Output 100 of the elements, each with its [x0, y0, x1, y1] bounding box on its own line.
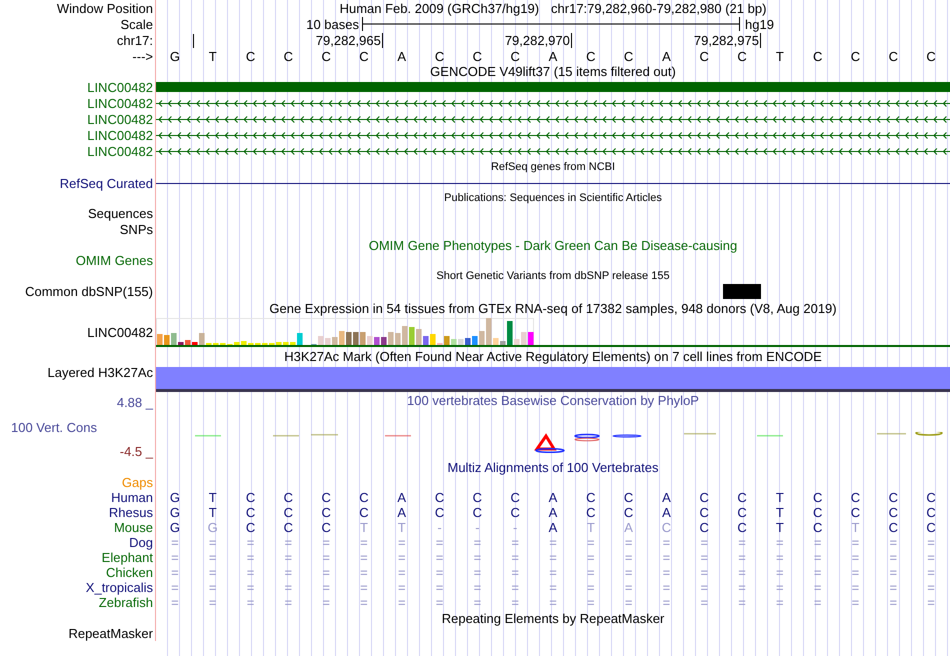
- alignment-base: A: [662, 490, 671, 505]
- alignment-base: =: [587, 535, 595, 550]
- alignment-base: C: [812, 520, 822, 535]
- alignment-base: =: [171, 550, 179, 565]
- alignment-base: A: [397, 490, 406, 505]
- track-label: RepeatMasker: [68, 626, 153, 641]
- alignment-base: =: [814, 580, 822, 595]
- sequence-base: C: [737, 48, 747, 64]
- track-label: LINC00482: [87, 80, 153, 94]
- track-label: LINC00482: [87, 144, 153, 158]
- alignment-base: C: [246, 520, 256, 535]
- alignment-base: =: [587, 565, 595, 580]
- alignment-base: =: [398, 565, 406, 580]
- sequence-base: A: [662, 48, 671, 64]
- alignment-base: C: [586, 490, 596, 505]
- alignment-base: C: [737, 520, 747, 535]
- alignment-base: C: [510, 505, 520, 520]
- alignment-base: =: [474, 565, 482, 580]
- alignment-base: =: [662, 550, 670, 565]
- species-label: Zebrafish: [98, 595, 153, 610]
- alignment-base: =: [284, 535, 292, 550]
- alignment-base: C: [359, 505, 369, 520]
- alignment-base: A: [548, 505, 558, 520]
- sequence-base: C: [926, 48, 936, 64]
- alignment-base: C: [472, 505, 482, 520]
- alignment-base: =: [662, 580, 670, 595]
- track-label: Gaps: [122, 475, 153, 490]
- alignment-base: =: [246, 535, 254, 550]
- alignment-base: =: [889, 595, 898, 610]
- alignment-base: C: [586, 505, 596, 520]
- alignment-base: C: [926, 520, 936, 535]
- alignment-base: =: [208, 565, 216, 580]
- alignment-base: =: [662, 595, 670, 610]
- alignment-base: =: [398, 580, 406, 595]
- alignment-base: =: [474, 550, 482, 565]
- alignment-base: A: [624, 520, 633, 535]
- alignment-base: =: [511, 550, 519, 565]
- track-label: chr17:: [116, 32, 153, 48]
- alignment-base: =: [246, 595, 254, 610]
- alignment-base: T: [360, 520, 368, 535]
- alignment-base: C: [700, 490, 709, 505]
- alignment-base: =: [246, 580, 254, 595]
- alignment-base: T: [851, 520, 860, 535]
- alignment-base: =: [398, 535, 406, 550]
- track-title: OMIM Gene Phenotypes - Dark Green Can Be Disease-causing: [368, 238, 738, 252]
- alignment-base: C: [321, 490, 331, 505]
- alignment-base: C: [926, 505, 936, 520]
- track-title: Publications: Sequences in Scientific Articles: [444, 191, 662, 206]
- alignment-base: A: [548, 490, 558, 505]
- alignment-base: =: [322, 580, 330, 595]
- alignment-base: =: [852, 535, 860, 550]
- alignment-base: =: [889, 580, 898, 595]
- sequence-base: C: [812, 48, 822, 64]
- alignment-base: C: [850, 490, 860, 505]
- alignment-base: =: [927, 535, 935, 550]
- sequence-base: C: [321, 48, 331, 64]
- alignment-base: =: [587, 580, 595, 595]
- alignment-base: =: [662, 535, 670, 550]
- alignment-base: =: [776, 535, 784, 550]
- alignment-base: C: [434, 505, 444, 520]
- alignment-base: C: [434, 490, 444, 505]
- alignment-base: =: [700, 535, 708, 550]
- alignment-base: C: [737, 490, 747, 505]
- alignment-base: A: [548, 520, 558, 535]
- alignment-base: =: [436, 565, 444, 580]
- alignment-base: C: [700, 505, 709, 520]
- alignment-base: =: [700, 550, 708, 565]
- track-label: OMIM Genes: [76, 253, 153, 268]
- sequence-base: T: [208, 48, 217, 64]
- alignment-base: =: [549, 550, 557, 565]
- alignment-base: -: [437, 520, 442, 535]
- alignment-base: A: [662, 505, 671, 520]
- alignment-base: =: [889, 565, 898, 580]
- sequence-base: T: [776, 48, 784, 64]
- alignment-base: C: [662, 520, 672, 535]
- sequence-base: C: [246, 48, 256, 64]
- alignment-base: =: [436, 595, 444, 610]
- alignment-base: =: [322, 565, 330, 580]
- track-title: Repeating Elements by RepeatMasker: [442, 610, 664, 626]
- alignment-base: =: [284, 595, 292, 610]
- track-title: 100 vertebrates Basewise Conservation by PhyloP: [407, 393, 699, 408]
- alignment-base: =: [284, 565, 292, 580]
- track-label: Scale: [120, 16, 153, 32]
- alignment-base: =: [700, 595, 708, 610]
- alignment-base: C: [812, 490, 822, 505]
- alignment-base: =: [322, 535, 330, 550]
- alignment-base: =: [738, 550, 746, 565]
- track-title: Multiz Alignments of 100 Vertebrates: [447, 460, 658, 475]
- alignment-base: =: [208, 580, 216, 595]
- alignment-base: G: [170, 505, 180, 520]
- alignment-base: C: [359, 490, 369, 505]
- species-label: Chicken: [106, 565, 153, 580]
- track-label: RefSeq Curated: [60, 176, 153, 190]
- alignment-base: T: [208, 505, 217, 520]
- alignment-base: =: [738, 565, 746, 580]
- alignment-base: =: [171, 595, 179, 610]
- alignment-base: =: [171, 535, 179, 550]
- alignment-base: C: [246, 490, 256, 505]
- species-label: Dog: [129, 535, 153, 550]
- alignment-base: C: [284, 505, 294, 520]
